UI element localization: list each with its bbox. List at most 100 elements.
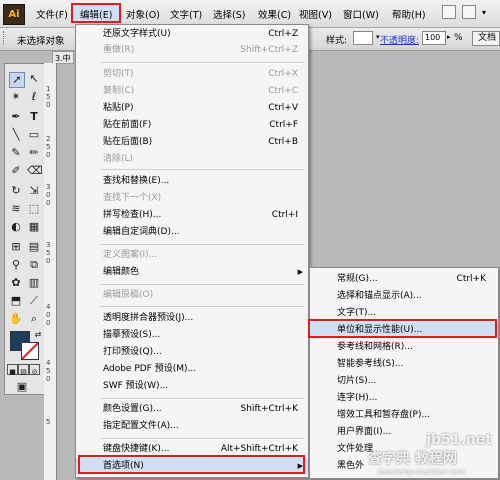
menu-item-pdf-presets[interactable]: Adobe PDF 预设(M)...: [76, 361, 308, 377]
screen-mode-icon[interactable]: ▣: [15, 380, 29, 394]
rotate-tool-icon[interactable]: ↻: [9, 184, 23, 198]
opacity-unit: %: [454, 33, 463, 43]
menu-edit[interactable]: 编辑(E): [80, 7, 112, 21]
blend-tool-icon[interactable]: ⧉: [27, 258, 41, 272]
menu-item-tracing-presets[interactable]: 描摹预设(S)...: [76, 327, 308, 343]
perspective-grid-tool-icon[interactable]: ▦: [27, 220, 41, 234]
submenu-item-guides-grid[interactable]: 参考线和网格(R)...: [310, 339, 498, 355]
toolbox: ➚ ↖ ✴ ℓ ✒ T ╲ ▭ ✎ ✏ ✐ ⌫ ↻ ⇲ ≋ ⬚ ◐ ▦ ⊞ ▤ …: [4, 63, 46, 395]
menu-item-edit-dictionary[interactable]: 编辑自定词典(D)...: [76, 224, 308, 240]
menu-item-paste-in-front[interactable]: 贴在前面(F) Ctrl+F: [76, 117, 308, 133]
pen-tool-icon[interactable]: ✒: [9, 110, 23, 124]
menu-type[interactable]: 文字(T): [170, 7, 202, 21]
submenu-item-smart-guides[interactable]: 智能参考线(S)...: [310, 356, 498, 372]
opacity-link[interactable]: 不透明度:: [380, 33, 419, 46]
scale-tool-icon[interactable]: ⇲: [27, 184, 41, 198]
submenu-item-selection-anchor[interactable]: 选择和锚点显示(A)...: [310, 288, 498, 304]
submenu-item-plugins[interactable]: 增效工具和暂存盘(P)...: [310, 407, 498, 423]
lasso-tool-icon[interactable]: ℓ: [27, 90, 41, 104]
arrange-documents-icon[interactable]: [462, 5, 476, 19]
pencil-tool-icon[interactable]: ✏: [27, 146, 41, 160]
eraser-tool-icon[interactable]: ⌫: [27, 164, 43, 178]
watermark-title: 查字典 教程网: [368, 451, 457, 467]
menu-item-clear: 清除(L): [103, 154, 134, 164]
gradient-mode-icon[interactable]: ▨: [18, 364, 29, 376]
control-bar-grip[interactable]: [3, 31, 7, 45]
document-setup-button[interactable]: 文档: [472, 31, 500, 46]
menu-separator: [100, 62, 304, 63]
bridge-icon[interactable]: [442, 5, 456, 19]
menu-item-edit-original: 编辑原稿(O): [103, 290, 154, 300]
menu-item-swf-presets[interactable]: SWF 预设(W)...: [76, 378, 308, 394]
color-mode-icon[interactable]: ■: [7, 364, 18, 376]
menu-item-cut: 剪切(T) Ctrl+X: [103, 69, 298, 79]
menu-item-print-presets[interactable]: 打印预设(Q)...: [76, 344, 308, 360]
menu-item-flattener-presets[interactable]: 透明度拼合器预设(J)...: [76, 310, 308, 326]
line-tool-icon[interactable]: ╲: [9, 128, 23, 142]
eyedropper-tool-icon[interactable]: ⚲: [9, 258, 23, 272]
menu-item-paste-in-back[interactable]: 贴在后面(B) Ctrl+B: [76, 134, 308, 150]
free-transform-tool-icon[interactable]: ⬚: [27, 202, 41, 216]
mesh-tool-icon[interactable]: ⊞: [9, 240, 23, 254]
direct-selection-tool-icon[interactable]: ↖: [27, 72, 41, 86]
ruler-tick: 5: [46, 367, 51, 375]
menu-item-assign-profile[interactable]: 指定配置文件(A)...: [76, 418, 308, 434]
type-tool-icon[interactable]: T: [27, 110, 41, 124]
zoom-tool-icon[interactable]: ⌕: [27, 312, 41, 326]
menu-item-undo[interactable]: 还原文字样式(U) Ctrl+Z: [76, 26, 308, 42]
shape-builder-tool-icon[interactable]: ◐: [9, 220, 23, 234]
submenu-item-slices[interactable]: 切片(S)...: [310, 373, 498, 389]
chevron-right-icon[interactable]: ▸: [447, 33, 451, 41]
ruler-tick: 0: [46, 311, 51, 319]
no-stroke-slash-icon: [21, 342, 39, 360]
chevron-down-icon[interactable]: ▾: [376, 33, 380, 41]
menu-object[interactable]: 对象(O): [126, 7, 160, 21]
watermark-url: jiaocheng.chazidian.com: [378, 468, 465, 476]
menu-select[interactable]: 选择(S): [213, 7, 245, 21]
ruler-tick: 5: [46, 143, 51, 151]
menu-help[interactable]: 帮助(H): [392, 7, 426, 21]
blob-brush-tool-icon[interactable]: ✐: [9, 164, 23, 178]
menu-item-edit-colors[interactable]: 编辑颜色 ▶: [76, 264, 308, 280]
submenu-item-hyphenation[interactable]: 连字(H)...: [310, 390, 498, 406]
gradient-tool-icon[interactable]: ▤: [27, 240, 41, 254]
swap-colors-icon[interactable]: ⇄: [31, 328, 45, 342]
slice-tool-icon[interactable]: ⟋: [27, 294, 41, 308]
stroke-swatch[interactable]: [21, 342, 39, 360]
ruler-tick: 2: [46, 135, 51, 143]
menu-item-paste[interactable]: 粘贴(P) Ctrl+V: [76, 100, 308, 116]
watermark: jb51.net 查字典 教程网 jiaocheng.chazidian.com: [320, 432, 500, 480]
menu-item-find-replace[interactable]: 查找和替换(E)...: [76, 173, 308, 189]
paintbrush-tool-icon[interactable]: ✎: [9, 146, 23, 160]
style-label: 样式:: [326, 36, 348, 46]
menu-item-redo: 重做(R) Shift+Ctrl+Z: [103, 45, 298, 55]
magic-wand-tool-icon[interactable]: ✴: [9, 90, 23, 104]
artboard-tool-icon[interactable]: ⬒: [9, 294, 23, 308]
ruler-tick: 0: [46, 319, 51, 327]
preferences-highlight: [78, 455, 305, 474]
menu-item-copy: 复制(C) Ctrl+C: [103, 86, 298, 96]
style-picker[interactable]: [353, 31, 373, 45]
ruler-tick: 5: [46, 93, 51, 101]
column-graph-tool-icon[interactable]: ▥: [27, 276, 41, 290]
symbol-sprayer-tool-icon[interactable]: ✿: [9, 276, 23, 290]
submenu-item-general[interactable]: 常规(G)... Ctrl+K: [310, 271, 498, 287]
menu-separator: [100, 398, 304, 399]
none-mode-icon[interactable]: ⊘: [29, 364, 40, 376]
menu-window[interactable]: 窗口(W): [343, 7, 379, 21]
ruler-tick: 4: [46, 303, 51, 311]
menu-view[interactable]: 视图(V): [299, 7, 332, 21]
vertical-ruler: 1 5 0 2 5 0 3 0 0 3 5 0 4 0 0 4 5 0 5: [44, 63, 57, 480]
ruler-tick: 0: [46, 257, 51, 265]
rectangle-tool-icon[interactable]: ▭: [27, 128, 41, 142]
menu-effect[interactable]: 效果(C): [258, 7, 291, 21]
chevron-down-icon[interactable]: ▾: [482, 8, 486, 17]
warp-tool-icon[interactable]: ≋: [9, 202, 23, 216]
menu-file[interactable]: 文件(F): [36, 7, 68, 21]
opacity-input[interactable]: 100: [422, 31, 446, 45]
menu-item-spell-check[interactable]: 拼写检查(H)... Ctrl+I: [76, 207, 308, 223]
menu-item-color-settings[interactable]: 颜色设置(G)... Shift+Ctrl+K: [76, 401, 308, 417]
hand-tool-icon[interactable]: ✋: [9, 312, 23, 326]
selection-tool-icon[interactable]: ➚: [9, 72, 25, 88]
app-logo: Ai: [3, 4, 25, 25]
